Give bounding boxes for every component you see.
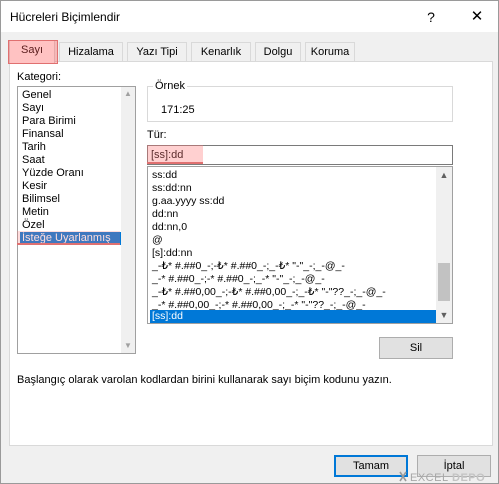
category-item[interactable]: Yüzde Oranı bbox=[20, 167, 123, 180]
sample-value: 171:25 bbox=[161, 104, 195, 116]
scroll-up-icon[interactable]: ▲ bbox=[436, 167, 452, 183]
scroll-up-icon[interactable]: ▲ bbox=[121, 87, 135, 101]
tab-border[interactable]: Kenarlık bbox=[191, 42, 251, 62]
dialog-title: Hücreleri Biçimlendir bbox=[10, 10, 121, 24]
type-label: Tür: bbox=[147, 129, 167, 141]
format-item[interactable]: [s]:dd:nn bbox=[150, 247, 436, 260]
tab-alignment[interactable]: Hizalama bbox=[59, 42, 123, 62]
category-scrollbar[interactable]: ▲ ▼ bbox=[121, 87, 135, 353]
category-item[interactable]: Metin bbox=[20, 206, 123, 219]
format-item[interactable]: _-₺* #.##0_-;-₺* #.##0_-;_-₺* "-"_-;_-@_… bbox=[150, 260, 436, 273]
hint-text: Başlangıç olarak varolan kodlardan birin… bbox=[17, 374, 392, 386]
tab-protection[interactable]: Koruma bbox=[305, 42, 355, 62]
scroll-down-icon[interactable]: ▼ bbox=[436, 307, 452, 323]
category-item[interactable]: Kesir bbox=[20, 180, 123, 193]
category-list[interactable]: Genel Sayı Para Birimi Finansal Tarih Sa… bbox=[17, 86, 136, 354]
type-input[interactable]: [ss]:dd bbox=[147, 145, 453, 165]
category-item-selected[interactable]: İsteğe Uyarlanmış bbox=[20, 232, 123, 245]
category-item[interactable]: Finansal bbox=[20, 128, 123, 141]
title-bar[interactable]: Hücreleri Biçimlendir ? ✕ bbox=[1, 1, 498, 32]
format-item-selected[interactable]: [ss]:dd bbox=[150, 310, 436, 323]
tab-protection-label: Koruma bbox=[310, 46, 350, 58]
tab-font[interactable]: Yazı Tipi bbox=[127, 42, 187, 62]
format-cells-dialog: Hücreleri Biçimlendir ? ✕ Sayı Hizalama … bbox=[0, 0, 499, 484]
tab-alignment-label: Hizalama bbox=[68, 46, 114, 58]
category-item[interactable]: Özel bbox=[20, 219, 123, 232]
category-item[interactable]: Sayı bbox=[20, 102, 123, 115]
format-item[interactable]: @ bbox=[150, 234, 436, 247]
cancel-button[interactable]: İptal bbox=[417, 455, 491, 477]
tab-fill-label: Dolgu bbox=[263, 46, 293, 58]
format-item[interactable]: g.aa.yyyy ss:dd bbox=[150, 195, 436, 208]
sample-label: Örnek bbox=[153, 80, 187, 92]
format-code-list[interactable]: ss:dd ss:dd:nn g.aa.yyyy ss:dd dd:nn dd:… bbox=[147, 166, 453, 324]
help-button[interactable]: ? bbox=[419, 7, 443, 27]
tab-fill[interactable]: Dolgu bbox=[255, 42, 301, 62]
format-item[interactable]: _-* #.##0_-;-* #.##0_-;_-* "-"_-;_-@_- bbox=[150, 273, 436, 286]
format-item[interactable]: ss:dd:nn bbox=[150, 182, 436, 195]
format-item[interactable]: dd:nn bbox=[150, 208, 436, 221]
format-item[interactable]: ss:dd bbox=[150, 169, 436, 182]
category-item[interactable]: Genel bbox=[20, 89, 123, 102]
tab-border-label: Kenarlık bbox=[200, 46, 242, 58]
category-item[interactable]: Tarih bbox=[20, 141, 123, 154]
format-item[interactable]: _-₺* #.##0,00_-;-₺* #.##0,00_-;_-₺* "-"?… bbox=[150, 286, 436, 299]
scrollbar-thumb[interactable] bbox=[438, 263, 450, 301]
delete-button[interactable]: Sil bbox=[379, 337, 453, 359]
format-item[interactable]: dd:nn,0 bbox=[150, 221, 436, 234]
category-label: Kategori: bbox=[17, 71, 62, 83]
tab-font-label: Yazı Tipi bbox=[136, 46, 178, 58]
tab-number-label: Sayı bbox=[20, 44, 43, 56]
close-button[interactable]: ✕ bbox=[463, 7, 491, 27]
ok-button[interactable]: Tamam bbox=[334, 455, 408, 477]
category-item[interactable]: Para Birimi bbox=[20, 115, 123, 128]
tab-number[interactable]: Sayı bbox=[8, 40, 58, 64]
scroll-down-icon[interactable]: ▼ bbox=[121, 339, 135, 353]
format-list-scrollbar[interactable]: ▲ ▼ bbox=[436, 167, 452, 323]
category-item[interactable]: Bilimsel bbox=[20, 193, 123, 206]
category-item[interactable]: Saat bbox=[20, 154, 123, 167]
